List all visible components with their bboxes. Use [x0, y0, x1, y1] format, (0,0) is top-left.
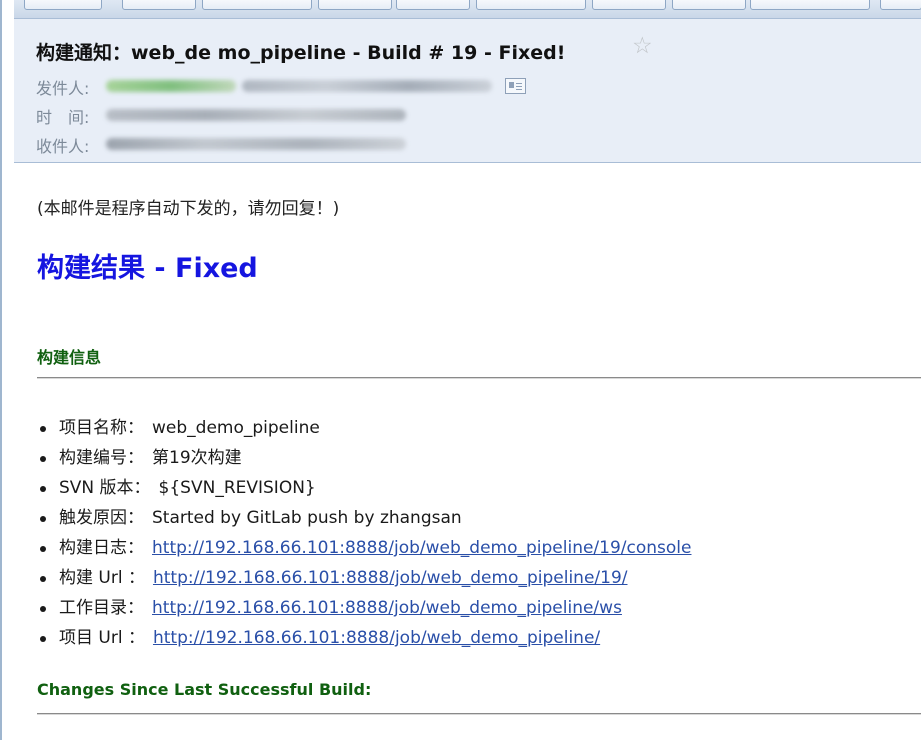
item-label: 项目 Url ：: [59, 628, 145, 648]
recipient-row: 收件人:: [36, 133, 102, 157]
item-label: SVN 版本：: [59, 478, 151, 498]
build-info-title: 构建信息: [37, 348, 102, 367]
item-label: 构建日志：: [59, 538, 144, 558]
sender-redacted: [106, 80, 236, 92]
recipient-label: 收件人:: [36, 137, 90, 156]
item-value: web_demo_pipeline: [152, 418, 320, 438]
sender-row: 发件人:: [36, 75, 102, 99]
build-info-list: 项目名称： web_demo_pipeline 构建编号： 第19次构建 SVN 版…: [37, 414, 691, 654]
star-icon[interactable]: ☆: [632, 35, 653, 58]
list-item: 构建 Url ： http://192.168.66.101:8888/job/w…: [37, 564, 691, 594]
item-label: 项目名称：: [59, 418, 144, 438]
toolbar-button[interactable]: [24, 0, 102, 10]
toolbar-button[interactable]: [318, 0, 392, 10]
toolbar-button[interactable]: [672, 0, 746, 10]
auto-notice: (本邮件是程序自动下发的，请勿回复！): [37, 199, 340, 219]
toolbar-button[interactable]: [476, 0, 586, 10]
time-redacted: [106, 109, 406, 121]
divider: [37, 713, 921, 715]
list-item: SVN 版本： ${SVN_REVISION}: [37, 474, 691, 504]
build-url-link[interactable]: http://192.168.66.101:8888/job/web_demo_…: [153, 568, 628, 588]
item-label: 构建 Url ：: [59, 568, 145, 588]
list-item: 构建编号： 第19次构建: [37, 444, 691, 474]
project-url-link[interactable]: http://192.168.66.101:8888/job/web_demo_…: [153, 628, 600, 648]
list-item: 项目 Url ： http://192.168.66.101:8888/job/w…: [37, 624, 691, 654]
list-item: 工作目录： http://192.168.66.101:8888/job/web_…: [37, 594, 691, 624]
list-item: 触发原因： Started by GitLab push by zhangsan: [37, 504, 691, 534]
toolbar-button[interactable]: [202, 0, 312, 10]
item-value: ${SVN_REVISION}: [158, 478, 316, 498]
toolbar-button[interactable]: [880, 0, 921, 10]
toolbar-button[interactable]: [122, 0, 196, 10]
workspace-link[interactable]: http://192.168.66.101:8888/job/web_demo_…: [152, 598, 622, 618]
time-label: 时 间:: [36, 108, 90, 127]
mail-subject: 构建通知：web_de mo_pipeline - Build # 19 - F…: [36, 42, 566, 64]
time-row: 时 间:: [36, 104, 102, 128]
list-item: 构建日志： http://192.168.66.101:8888/job/web_…: [37, 534, 691, 564]
sender-label: 发件人:: [36, 79, 90, 98]
toolbar-button[interactable]: [396, 0, 470, 10]
contact-card-icon[interactable]: [505, 78, 526, 94]
item-label: 工作目录：: [59, 598, 144, 618]
list-item: 项目名称： web_demo_pipeline: [37, 414, 691, 444]
toolbar-button[interactable]: [750, 0, 870, 10]
toolbar-button[interactable]: [592, 0, 666, 10]
window-edge: [0, 0, 2, 740]
toolbar: [14, 0, 921, 19]
item-label: 构建编号：: [59, 448, 144, 468]
sender-redacted: [242, 80, 492, 92]
build-log-link[interactable]: http://192.168.66.101:8888/job/web_demo_…: [152, 538, 691, 558]
build-result-title: 构建结果 - Fixed: [37, 253, 258, 284]
item-label: 触发原因：: [59, 508, 144, 528]
item-value: Started by GitLab push by zhangsan: [152, 508, 462, 528]
recipient-redacted: [106, 138, 406, 150]
mail-header: 构建通知：web_de mo_pipeline - Build # 19 - F…: [14, 19, 921, 163]
changes-title: Changes Since Last Successful Build:: [37, 680, 372, 699]
item-value: 第19次构建: [152, 448, 242, 468]
divider: [37, 377, 921, 379]
